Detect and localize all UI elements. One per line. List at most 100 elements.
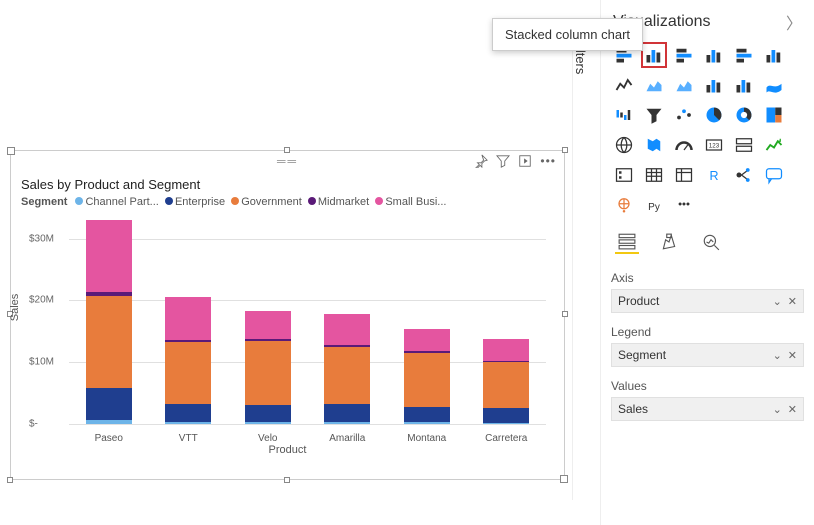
y-tick: $30M [29, 233, 54, 244]
viz-card[interactable]: 123 [701, 132, 727, 158]
remove-field-icon[interactable]: ✕ [788, 403, 797, 416]
visual-header: ══ ••• [11, 151, 564, 171]
viz-waterfall[interactable] [611, 102, 637, 128]
viz-multi-card[interactable] [731, 132, 757, 158]
legend-well-label: Legend [611, 323, 804, 341]
bar-amarilla[interactable] [324, 314, 370, 424]
viz-clustered-column[interactable] [701, 42, 727, 68]
drag-grip-icon[interactable]: ══ [277, 154, 298, 168]
bar-montana[interactable] [404, 329, 450, 424]
bar-segment [324, 347, 370, 404]
chevron-down-icon[interactable]: ⌄ [773, 349, 782, 362]
x-tick: Carretera [483, 433, 529, 444]
legend-item: Government [231, 196, 308, 208]
viz-funnel[interactable] [641, 102, 667, 128]
bar-segment [483, 408, 529, 423]
viz-table[interactable] [641, 162, 667, 188]
viz-donut[interactable] [731, 102, 757, 128]
bar-carretera[interactable] [483, 339, 529, 424]
chart-visual-container[interactable]: ══ ••• Sales by Product and Segment Segm… [10, 150, 565, 480]
viz-qna[interactable] [761, 162, 787, 188]
filters-pane-collapsed[interactable]: ◁ Filters [572, 20, 596, 500]
x-tick: Amarilla [324, 433, 370, 444]
viz-clustered-bar[interactable] [671, 42, 697, 68]
viz-arcgis[interactable] [611, 192, 637, 218]
viz-tooltip: Stacked column chart [492, 18, 643, 51]
bar-segment [165, 422, 211, 424]
svg-text:123: 123 [709, 143, 720, 150]
viz-kpi[interactable] [761, 132, 787, 158]
filter-icon[interactable] [496, 154, 510, 168]
bar-segment [324, 404, 370, 423]
fields-tab[interactable] [615, 230, 639, 254]
more-options-icon[interactable]: ••• [540, 154, 556, 168]
viz-line-column2[interactable] [731, 72, 757, 98]
x-tick: Paseo [86, 433, 132, 444]
legend-item: Channel Part... [75, 196, 165, 208]
bar-segment [245, 422, 291, 424]
viz-py-visual[interactable]: Py [641, 192, 667, 218]
viz-ribbon[interactable] [761, 72, 787, 98]
viz-decomp[interactable] [731, 162, 757, 188]
legend-field-well[interactable]: Segment ⌄ ✕ [611, 343, 804, 367]
pin-icon[interactable] [474, 154, 488, 168]
y-tick: $- [29, 419, 38, 430]
y-tick: $20M [29, 295, 54, 306]
viz-map[interactable] [611, 132, 637, 158]
focus-icon[interactable] [518, 154, 532, 168]
viz-matrix[interactable] [671, 162, 697, 188]
bar-segment [483, 423, 529, 424]
viz-line-column[interactable] [701, 72, 727, 98]
values-well-label: Values [611, 377, 804, 395]
bar-segment [404, 407, 450, 422]
legend-item: Midmarket [308, 196, 375, 208]
format-tab[interactable] [657, 230, 681, 254]
remove-field-icon[interactable]: ✕ [788, 295, 797, 308]
chevron-down-icon[interactable]: ⌄ [773, 295, 782, 308]
visualizations-pane: Visualizations 〉 123RPy••• Axis Product … [600, 0, 810, 525]
bar-segment [165, 297, 211, 340]
viz-pie[interactable] [701, 102, 727, 128]
bar-velo[interactable] [245, 311, 291, 424]
axis-field-well[interactable]: Product ⌄✕ [611, 289, 804, 313]
analytics-tab[interactable] [699, 230, 723, 254]
visualization-type-grid: 123 R Py ••• [611, 42, 804, 218]
viz-line[interactable] [611, 72, 637, 98]
chart-legend: Segment Channel Part... Enterprise Gover… [11, 194, 564, 214]
legend-field-value: Segment [618, 348, 666, 362]
viz-slicer[interactable] [611, 162, 637, 188]
legend-title: Segment [21, 196, 67, 208]
x-tick: VTT [165, 433, 211, 444]
bar-segment [324, 422, 370, 424]
legend-item: Enterprise [165, 196, 231, 208]
y-tick: $10M [29, 357, 54, 368]
bar-segment [404, 422, 450, 424]
viz-scatter[interactable] [671, 102, 697, 128]
viz-r-visual[interactable]: R [701, 162, 727, 188]
bar-segment [165, 342, 211, 404]
viz-area[interactable] [641, 72, 667, 98]
remove-field-icon[interactable]: ✕ [788, 349, 797, 362]
viz-treemap[interactable] [761, 102, 787, 128]
viz-more[interactable]: ••• [671, 192, 697, 218]
viz-gauge[interactable] [671, 132, 697, 158]
bar-paseo[interactable] [86, 220, 132, 424]
viz-100-column[interactable] [761, 42, 787, 68]
viz-stacked-column[interactable] [641, 42, 667, 68]
values-field-well[interactable]: Sales ⌄✕ [611, 397, 804, 421]
chevron-down-icon[interactable]: ⌄ [773, 403, 782, 416]
bar-segment [86, 388, 132, 420]
bar-vtt[interactable] [165, 297, 211, 424]
axis-well-label: Axis [611, 269, 804, 287]
bar-segment [245, 405, 291, 422]
x-tick: Montana [404, 433, 450, 444]
svg-text:Py: Py [648, 202, 660, 213]
collapse-pane-icon[interactable]: 〉 [786, 10, 802, 34]
chart-title: Sales by Product and Segment [11, 171, 564, 194]
viz-stacked-area[interactable] [671, 72, 697, 98]
y-axis-label: Sales [9, 294, 21, 322]
viz-100-bar[interactable] [731, 42, 757, 68]
viz-filled-map[interactable] [641, 132, 667, 158]
svg-text:R: R [709, 169, 718, 183]
gridline [69, 424, 546, 425]
